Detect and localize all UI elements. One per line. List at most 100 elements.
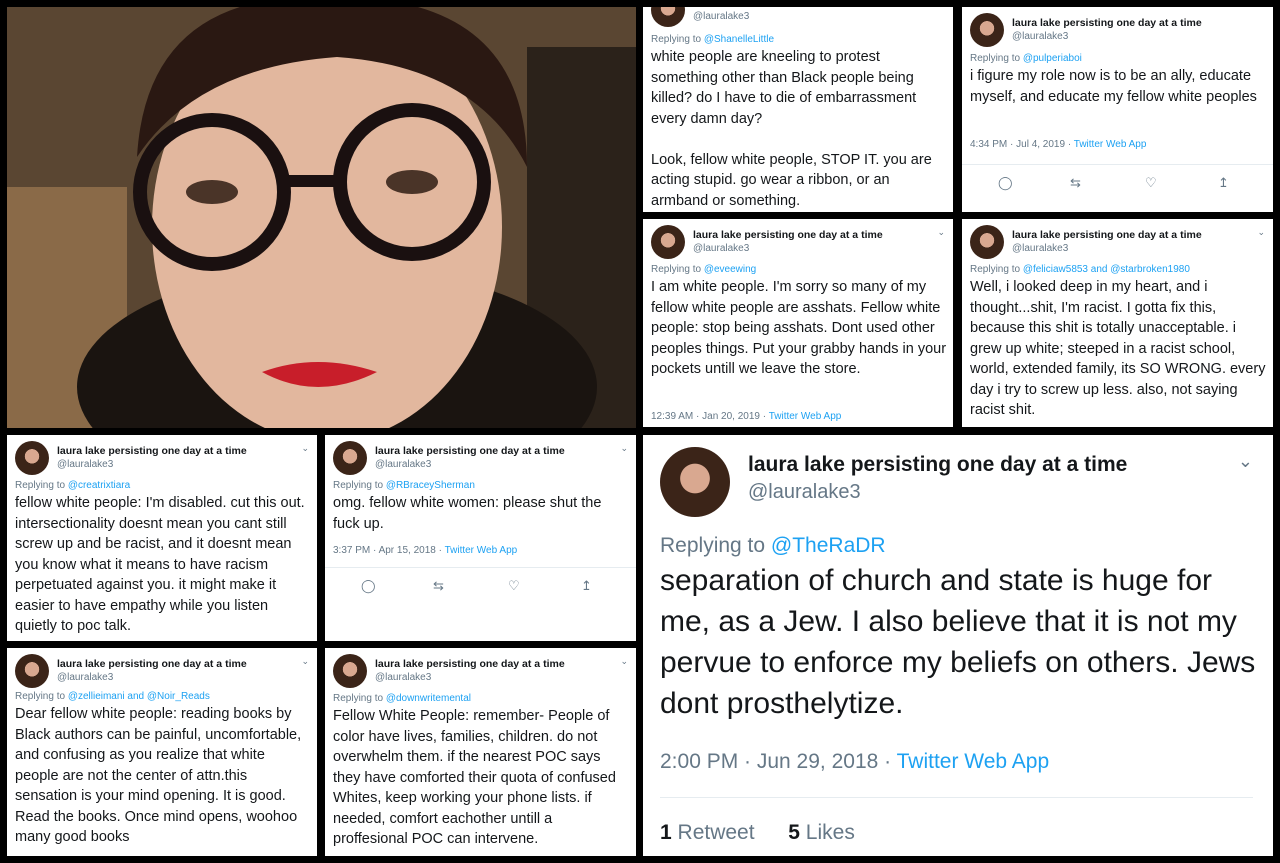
source-app-link[interactable]: Twitter Web App: [445, 545, 518, 556]
user-name[interactable]: laura lake persisting one day at a time: [375, 658, 565, 670]
divider: [660, 797, 1253, 798]
tweet-timestamp[interactable]: 4:34 PM · Jul 4, 2019 · Twitter Web App: [970, 139, 1146, 150]
avatar[interactable]: [333, 654, 367, 688]
user-handle[interactable]: @lauralake3: [693, 243, 749, 254]
tweet-header: @lauralake3: [651, 7, 945, 29]
user-handle[interactable]: @lauralake3: [693, 11, 749, 22]
profile-photo: [7, 7, 636, 428]
chevron-down-icon[interactable]: ⌄: [1257, 227, 1265, 238]
retweet-label[interactable]: Retweet: [678, 821, 755, 844]
avatar[interactable]: [333, 441, 367, 475]
retweet-icon[interactable]: ⇆: [1070, 175, 1081, 191]
user-name[interactable]: laura lake persisting one day at a time: [693, 229, 883, 241]
replying-label: Replying to: [651, 264, 702, 275]
tweet-card[interactable]: @lauralake3 Replying to @ShanelleLittle …: [643, 7, 953, 212]
retweet-count[interactable]: 1: [660, 821, 672, 844]
reply-icon[interactable]: ◯: [361, 578, 376, 594]
tweet-card[interactable]: laura lake persisting one day at a time …: [325, 435, 636, 641]
avatar[interactable]: [651, 225, 685, 259]
retweet-icon[interactable]: ⇆: [433, 578, 444, 594]
tweet-card[interactable]: laura lake persisting one day at a time …: [643, 219, 953, 427]
avatar[interactable]: [15, 441, 49, 475]
user-handle[interactable]: @lauralake3: [1012, 243, 1068, 254]
source-app-link[interactable]: Twitter Web App: [1074, 139, 1147, 150]
tweet-card[interactable]: laura lake persisting one day at a time …: [962, 7, 1273, 212]
tweet-header: laura lake persisting one day at a time …: [970, 225, 1265, 261]
replying-label: Replying to: [660, 534, 766, 557]
reply-mention-link[interactable]: @ShanelleLittle: [704, 34, 774, 45]
tweet-header: laura lake persisting one day at a time …: [660, 447, 1253, 519]
avatar[interactable]: [651, 7, 685, 27]
user-handle[interactable]: @lauralake3: [1012, 31, 1068, 42]
portrait-image: [7, 7, 636, 428]
user-name[interactable]: laura lake persisting one day at a time: [1012, 17, 1202, 29]
like-icon[interactable]: ♡: [1145, 175, 1157, 191]
reply-context: Replying to @TheRaDR: [660, 534, 886, 558]
user-name[interactable]: laura lake persisting one day at a time: [1012, 229, 1202, 241]
user-handle[interactable]: @lauralake3: [375, 459, 431, 470]
tweet-card[interactable]: laura lake persisting one day at a time …: [325, 648, 636, 856]
chevron-down-icon[interactable]: ⌄: [301, 656, 309, 667]
user-name[interactable]: laura lake persisting one day at a time: [748, 453, 1127, 477]
user-name[interactable]: laura lake persisting one day at a time: [57, 445, 247, 457]
avatar[interactable]: [970, 13, 1004, 47]
tweet-text: separation of church and state is huge f…: [660, 564, 1256, 720]
tweet-text: Dear fellow white people: reading books …: [15, 706, 302, 845]
tweet-text: omg. fellow white women: please shut the…: [333, 495, 602, 532]
share-icon[interactable]: ↥: [1218, 175, 1229, 191]
reply-context: Replying to @eveewing: [651, 264, 756, 275]
avatar[interactable]: [15, 654, 49, 688]
reply-context: Replying to @pulperiaboi: [970, 53, 1082, 64]
chevron-down-icon[interactable]: ⌄: [301, 443, 309, 454]
user-handle[interactable]: @lauralake3: [57, 672, 113, 683]
user-handle[interactable]: @lauralake3: [57, 459, 113, 470]
reply-mention-link[interactable]: @feliciaw5853 and @starbroken1980: [1023, 264, 1190, 275]
tweet-timestamp[interactable]: 3:37 PM · Apr 15, 2018 · Twitter Web App: [333, 545, 517, 556]
tweet-card[interactable]: laura lake persisting one day at a time …: [7, 435, 317, 641]
source-app-link[interactable]: Twitter Web App: [897, 750, 1050, 773]
avatar[interactable]: [660, 447, 730, 517]
reply-context: Replying to @zellieimani and @Noir_Reads: [15, 691, 210, 702]
tweet-card-large[interactable]: laura lake persisting one day at a time …: [643, 435, 1273, 856]
tweet-timestamp[interactable]: 2:00 PM · Jun 29, 2018 · Twitter Web App: [660, 750, 1049, 774]
tweet-text: i figure my role now is to be an ally, e…: [970, 68, 1257, 105]
tweet-text: Well, i looked deep in my heart, and i t…: [970, 279, 1266, 418]
reply-mention-link[interactable]: @pulperiaboi: [1023, 53, 1082, 64]
replying-label: Replying to: [970, 53, 1021, 64]
reply-mention-link[interactable]: @zellieimani and @Noir_Reads: [68, 691, 210, 702]
like-icon[interactable]: ♡: [508, 578, 520, 594]
action-bar: ◯ ⇆ ♡ ↥: [325, 567, 636, 608]
chevron-down-icon[interactable]: ⌄: [620, 656, 628, 667]
user-name[interactable]: laura lake persisting one day at a time: [375, 445, 565, 457]
replying-label: Replying to: [333, 480, 384, 491]
likes-label[interactable]: Likes: [806, 821, 855, 844]
reply-mention-link[interactable]: @downwritemental: [386, 693, 471, 704]
tweet-card[interactable]: laura lake persisting one day at a time …: [7, 648, 317, 856]
chevron-down-icon[interactable]: ⌄: [937, 227, 945, 238]
reply-mention-link[interactable]: @eveewing: [704, 264, 756, 275]
replying-label: Replying to: [15, 480, 66, 491]
reply-context: Replying to @ShanelleLittle: [651, 34, 774, 45]
tweet-timestamp[interactable]: 12:39 AM · Jan 20, 2019 · Twitter Web Ap…: [651, 411, 841, 422]
source-app-link[interactable]: Twitter Web App: [769, 411, 842, 422]
engagement-stats: 1 Retweet 5 Likes: [660, 821, 855, 845]
reply-mention-link[interactable]: @TheRaDR: [771, 534, 886, 557]
share-icon[interactable]: ↥: [581, 578, 592, 594]
tweet-text: white people are kneeling to protest som…: [651, 49, 932, 209]
tweet-text: fellow white people: I'm disabled. cut t…: [15, 495, 305, 634]
tweet-header: laura lake persisting one day at a time …: [333, 441, 628, 477]
reply-icon[interactable]: ◯: [998, 175, 1013, 191]
chevron-down-icon[interactable]: ⌄: [620, 443, 628, 454]
avatar[interactable]: [970, 225, 1004, 259]
tweet-card[interactable]: laura lake persisting one day at a time …: [962, 219, 1273, 427]
chevron-down-icon[interactable]: ⌄: [1238, 451, 1253, 472]
user-handle[interactable]: @lauralake3: [375, 672, 431, 683]
tweet-header: laura lake persisting one day at a time …: [15, 654, 309, 690]
replying-label: Replying to: [15, 691, 66, 702]
user-handle[interactable]: @lauralake3: [748, 481, 861, 504]
user-name[interactable]: laura lake persisting one day at a time: [57, 658, 247, 670]
reply-context: Replying to @feliciaw5853 and @starbroke…: [970, 264, 1190, 275]
likes-count[interactable]: 5: [788, 821, 800, 844]
reply-mention-link[interactable]: @RBraceySherman: [386, 480, 475, 491]
reply-mention-link[interactable]: @creatrixtiara: [68, 480, 130, 491]
